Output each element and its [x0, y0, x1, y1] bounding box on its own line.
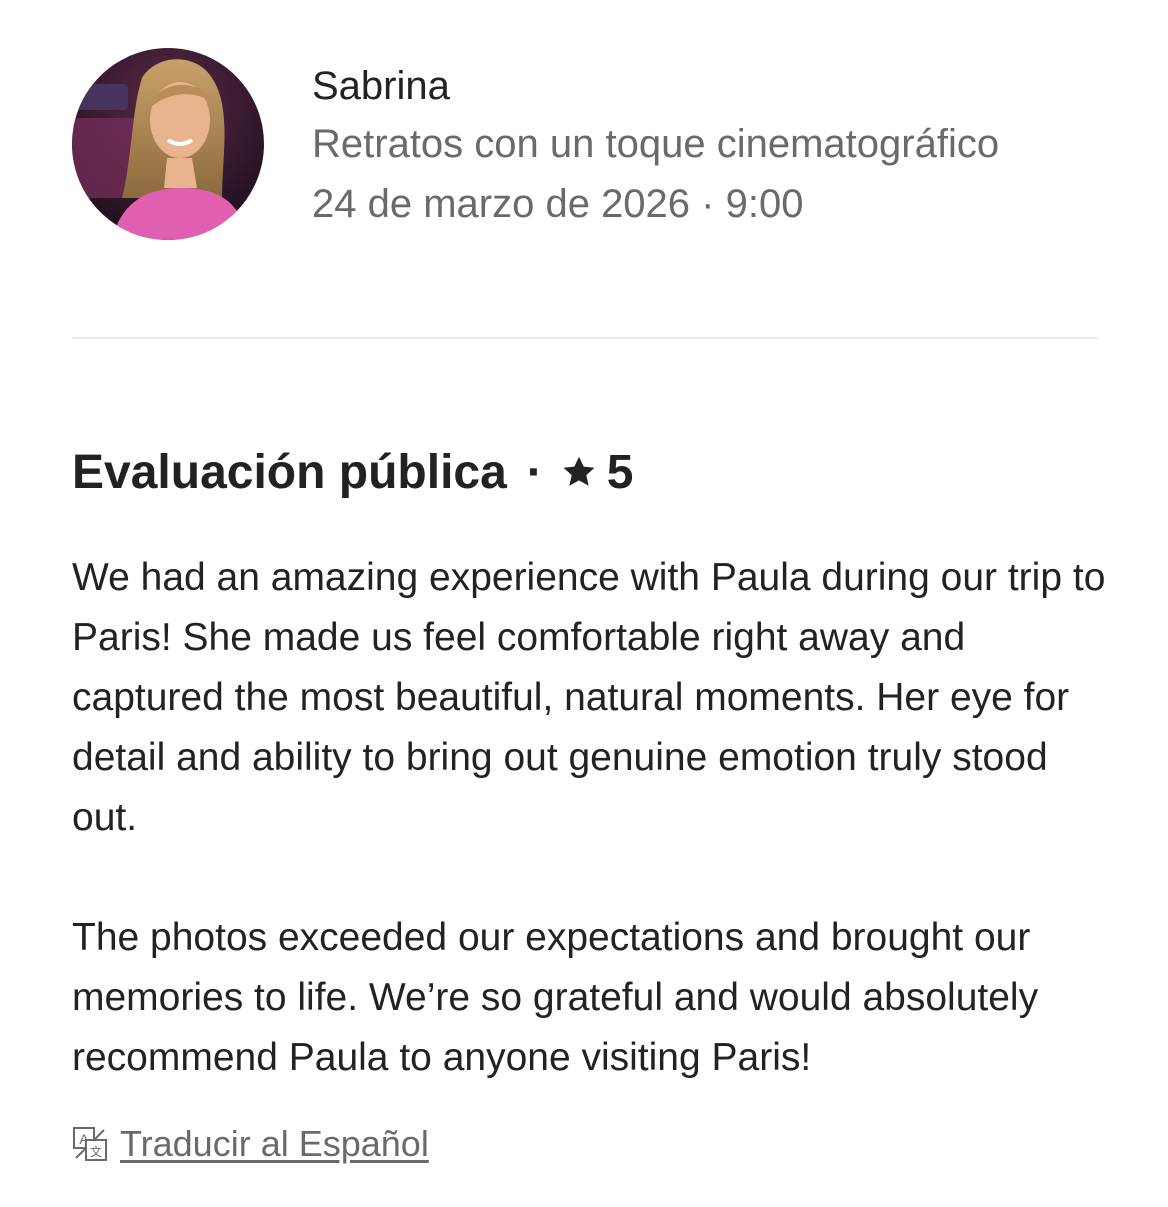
review-rating: 5 — [606, 445, 634, 499]
review-heading: Evaluación pública · 5 — [72, 440, 1102, 504]
star-icon — [561, 454, 597, 490]
host-info: Sabrina Retratos con un toque cinematogr… — [312, 58, 1102, 234]
experience-title: Retratos con un toque cinematográfico — [312, 122, 1000, 166]
review-text: We had an amazing experience with Paula … — [72, 548, 1112, 1088]
host-header: Sabrina Retratos con un toque cinematogr… — [72, 48, 1102, 240]
translate-icon: A 文 — [72, 1126, 108, 1162]
review-heading-label: Evaluación pública — [72, 445, 507, 499]
heading-separator: · — [526, 445, 543, 499]
host-name[interactable]: Sabrina — [312, 58, 1102, 114]
translate-row[interactable]: A 文 Traducir al Español — [72, 1120, 429, 1168]
review-paragraph: The photos exceeded our expectations and… — [72, 916, 1039, 1079]
section-divider — [72, 337, 1098, 339]
svg-text:文: 文 — [90, 1144, 102, 1159]
translate-link[interactable]: Traducir al Español — [120, 1123, 429, 1165]
avatar[interactable] — [72, 48, 264, 240]
booking-date-time: 24 de marzo de 2026 · 9:00 — [312, 182, 804, 226]
review-paragraph: We had an amazing experience with Paula … — [72, 556, 1106, 839]
avatar-photo — [72, 48, 264, 240]
